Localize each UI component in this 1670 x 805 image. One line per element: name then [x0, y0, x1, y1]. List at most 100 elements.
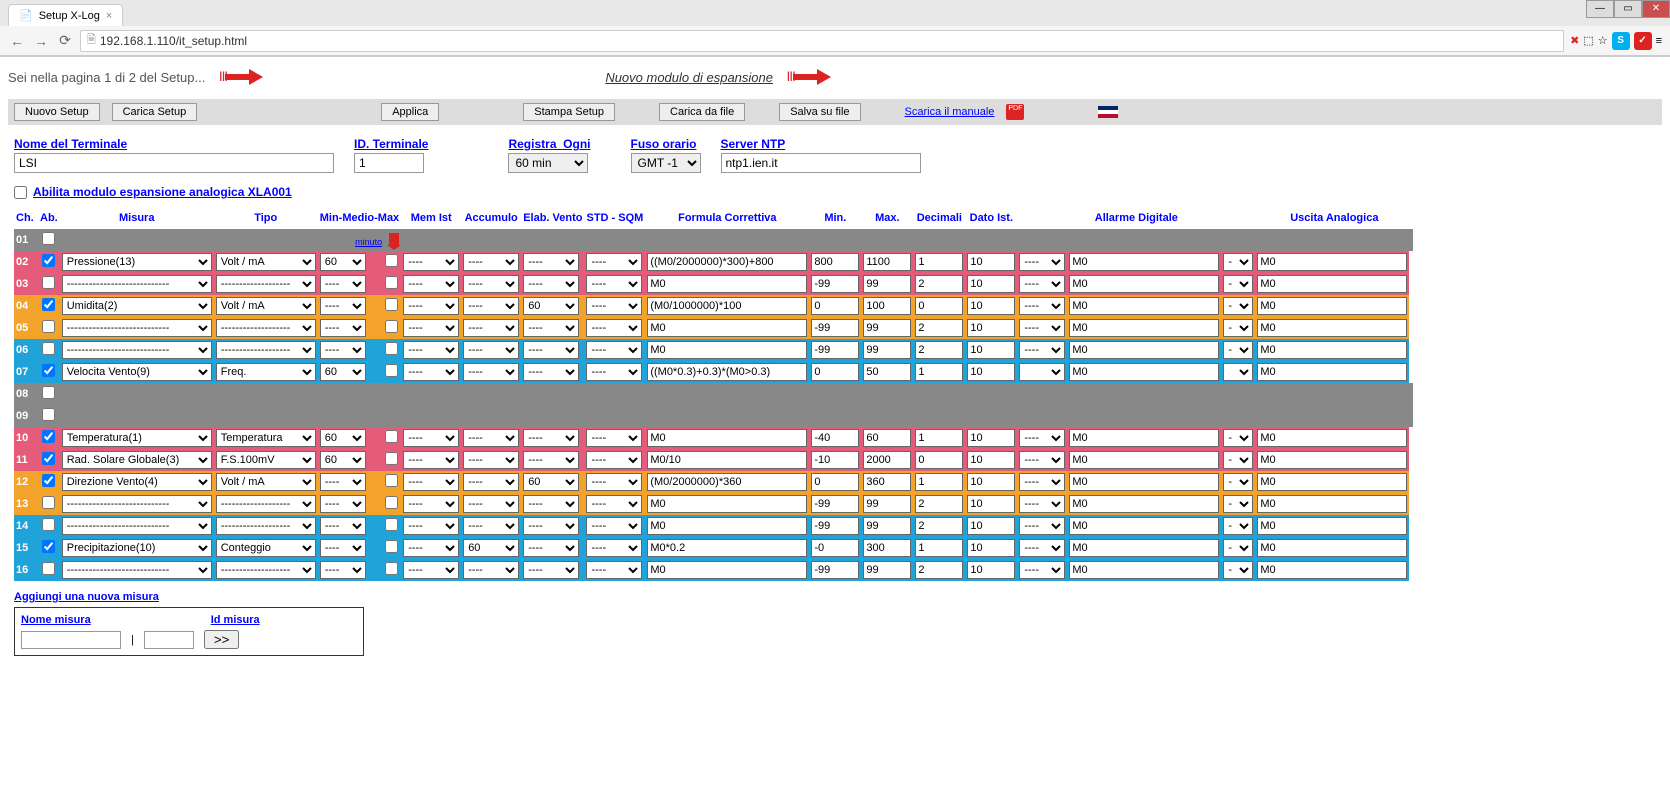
enable-checkbox[interactable] [42, 408, 55, 421]
tipo-select[interactable]: Temperatura [216, 429, 316, 447]
misura-select[interactable]: ---------------------------- [62, 319, 212, 337]
tipo-select[interactable]: F.S.100mV [216, 451, 316, 469]
accumulo-select[interactable]: ---- [463, 319, 519, 337]
alarm-mo-input[interactable] [1069, 275, 1219, 293]
misura-select[interactable]: ---------------------------- [62, 275, 212, 293]
applica-button[interactable]: Applica [381, 103, 439, 121]
avira-icon[interactable]: ✓ [1634, 32, 1652, 50]
stdsqm-select[interactable]: ---- [586, 319, 642, 337]
mmm-select[interactable]: ---- [320, 319, 366, 337]
alarm-mo-input[interactable] [1069, 561, 1219, 579]
datoist-input[interactable] [967, 561, 1015, 579]
datoist-input[interactable] [967, 495, 1015, 513]
stdsqm-select[interactable]: ---- [586, 253, 642, 271]
decimali-input[interactable] [915, 297, 963, 315]
elabvento-select[interactable]: ---- [523, 341, 579, 359]
alarm-dash-select[interactable]: - [1223, 517, 1253, 535]
ext-icon-1[interactable]: ✖ [1570, 34, 1579, 47]
misura-select[interactable]: Rad. Solare Globale(3) [62, 451, 212, 469]
alarm-dash-select[interactable]: - [1223, 253, 1253, 271]
datoist-input[interactable] [967, 473, 1015, 491]
accumulo-select[interactable]: 60 [463, 539, 519, 557]
mmm-select[interactable]: 60 [320, 363, 366, 381]
mmm-select[interactable]: ---- [320, 561, 366, 579]
decimali-input[interactable] [915, 253, 963, 271]
ist-checkbox[interactable] [385, 562, 398, 575]
misura-select[interactable]: Velocita Vento(9) [62, 363, 212, 381]
server-ntp-input[interactable] [721, 153, 921, 173]
memist-select[interactable]: ---- [403, 363, 459, 381]
mmm-select[interactable]: 60 [320, 451, 366, 469]
alarm-dash-select[interactable]: - [1223, 495, 1253, 513]
alarm-dash-select[interactable]: - [1223, 319, 1253, 337]
formula-input[interactable] [647, 451, 807, 469]
alarm-select[interactable]: ---- [1019, 341, 1065, 359]
accumulo-select[interactable]: ---- [463, 429, 519, 447]
min-input[interactable] [811, 253, 859, 271]
accumulo-select[interactable]: ---- [463, 297, 519, 315]
uscita-mo-input[interactable] [1257, 319, 1407, 337]
decimali-input[interactable] [915, 319, 963, 337]
alarm-mo-input[interactable] [1069, 429, 1219, 447]
enable-checkbox[interactable] [42, 452, 55, 465]
alarm-select[interactable]: ---- [1019, 495, 1065, 513]
elabvento-select[interactable]: ---- [523, 253, 579, 271]
uscita-mo-input[interactable] [1257, 451, 1407, 469]
ist-checkbox[interactable] [385, 342, 398, 355]
mmm-select[interactable]: ---- [320, 495, 366, 513]
nome-misura-input[interactable] [21, 631, 121, 649]
enable-checkbox[interactable] [42, 342, 55, 355]
stdsqm-select[interactable]: ---- [586, 341, 642, 359]
browser-tab[interactable]: 📄 Setup X-Log × [8, 4, 123, 26]
enable-checkbox[interactable] [42, 232, 55, 245]
registra-ogni-select[interactable]: 60 min [508, 153, 588, 173]
max-input[interactable] [863, 539, 911, 557]
alarm-select[interactable]: ---- [1019, 539, 1065, 557]
url-bar[interactable]: 🗎 192.168.1.110/it_setup.html [80, 30, 1564, 52]
max-input[interactable] [863, 561, 911, 579]
alarm-mo-input[interactable] [1069, 253, 1219, 271]
enable-checkbox[interactable] [42, 320, 55, 333]
max-input[interactable] [863, 319, 911, 337]
datoist-input[interactable] [967, 297, 1015, 315]
id-terminale-input[interactable] [354, 153, 424, 173]
tipo-select[interactable]: ------------------- [216, 517, 316, 535]
carica-setup-button[interactable]: Carica Setup [112, 103, 198, 121]
uscita-mo-input[interactable] [1257, 341, 1407, 359]
tab-close-icon[interactable]: × [106, 10, 112, 22]
misura-select[interactable]: Precipitazione(10) [62, 539, 212, 557]
misura-select[interactable]: Umidita(2) [62, 297, 212, 315]
uscita-mo-input[interactable] [1257, 297, 1407, 315]
enable-checkbox[interactable] [42, 540, 55, 553]
add-measure-link[interactable]: Aggiungi una nuova misura [14, 591, 159, 603]
datoist-input[interactable] [967, 253, 1015, 271]
datoist-input[interactable] [967, 451, 1015, 469]
alarm-dash-select[interactable]: - [1223, 297, 1253, 315]
carica-da-file-button[interactable]: Carica da file [659, 103, 745, 121]
misura-select[interactable]: ---------------------------- [62, 341, 212, 359]
misura-select[interactable]: ---------------------------- [62, 561, 212, 579]
accumulo-select[interactable]: ---- [463, 363, 519, 381]
expansion-module-link[interactable]: Nuovo modulo di espansione [605, 70, 773, 85]
max-input[interactable] [863, 297, 911, 315]
formula-input[interactable] [647, 297, 807, 315]
max-input[interactable] [863, 429, 911, 447]
ist-checkbox[interactable] [385, 364, 398, 377]
misura-select[interactable]: Direzione Vento(4) [62, 473, 212, 491]
reload-button[interactable]: ⟳ [56, 32, 74, 50]
datoist-input[interactable] [967, 363, 1015, 381]
tipo-select[interactable]: Freq. [216, 363, 316, 381]
min-input[interactable] [811, 297, 859, 315]
alarm-select[interactable]: ---- [1019, 253, 1065, 271]
tipo-select[interactable]: ------------------- [216, 275, 316, 293]
alarm-select[interactable]: ---- [1019, 429, 1065, 447]
elabvento-select[interactable]: ---- [523, 539, 579, 557]
formula-input[interactable] [647, 495, 807, 513]
alarm-mo-input[interactable] [1069, 451, 1219, 469]
decimali-input[interactable] [915, 495, 963, 513]
ist-checkbox[interactable] [385, 320, 398, 333]
ist-checkbox[interactable] [385, 540, 398, 553]
decimali-input[interactable] [915, 275, 963, 293]
ist-checkbox[interactable] [385, 496, 398, 509]
max-input[interactable] [863, 275, 911, 293]
